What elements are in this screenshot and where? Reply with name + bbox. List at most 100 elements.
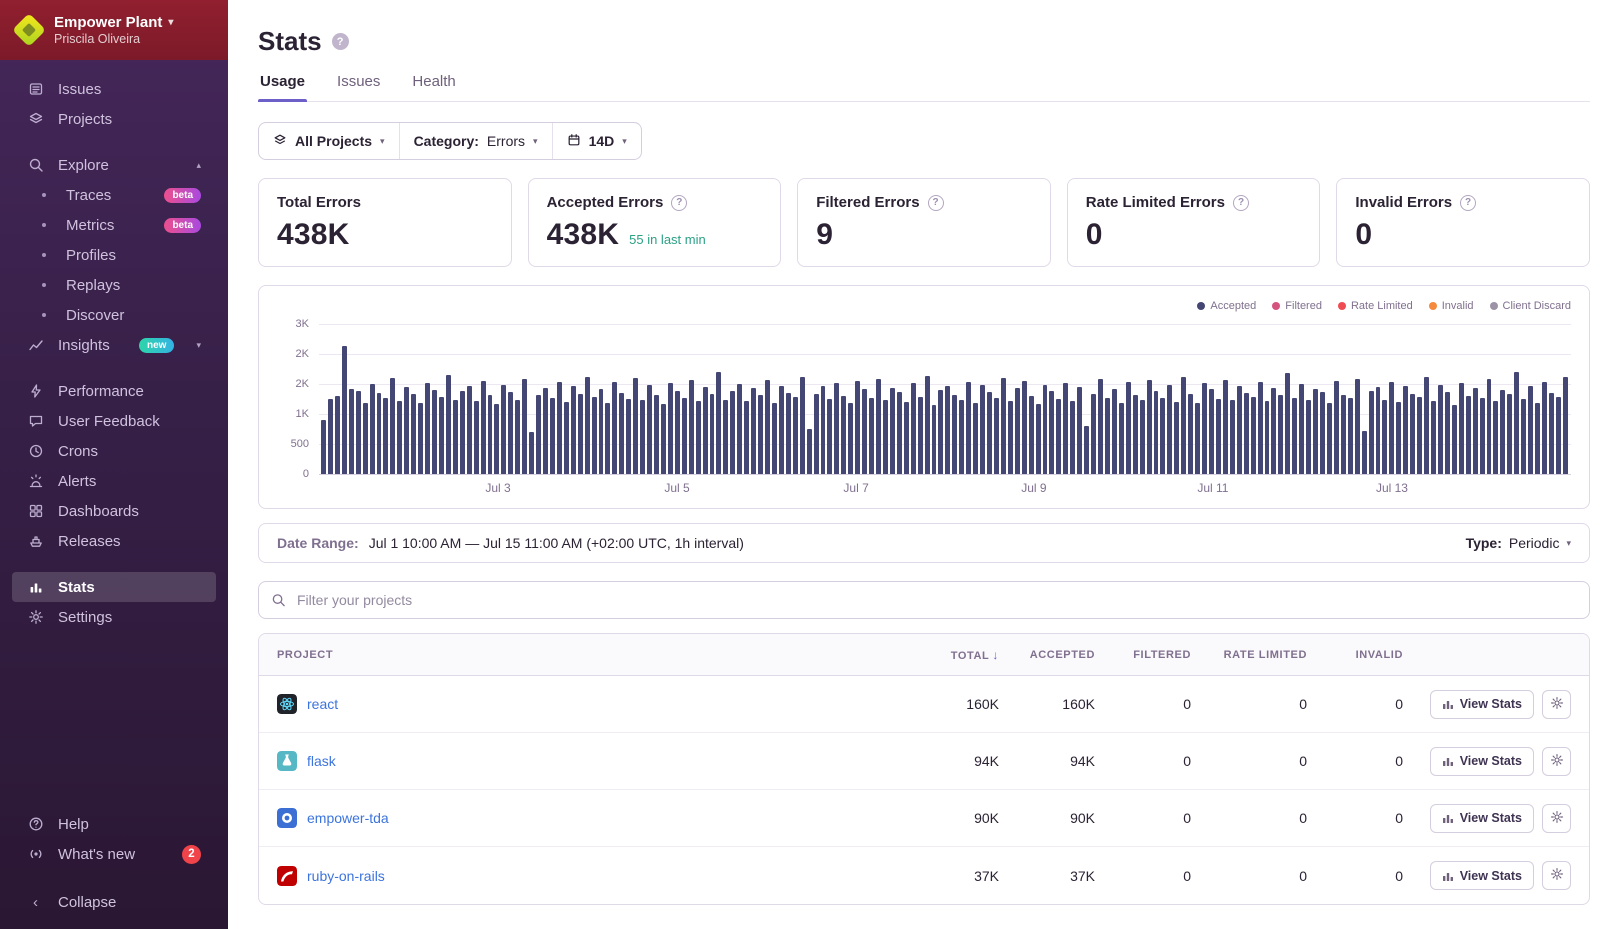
chart-bar — [1140, 400, 1145, 474]
sidebar-item-alerts[interactable]: Alerts — [12, 466, 216, 496]
sidebar-item-metrics[interactable]: Metrics beta — [12, 210, 216, 240]
table-row: flask 94K 94K 0 0 0 View Stats — [259, 733, 1589, 790]
type-dropdown[interactable]: Type: Periodic ▾ — [1466, 535, 1571, 551]
project-filter-input[interactable] — [258, 581, 1590, 619]
tab-issues[interactable]: Issues — [335, 73, 382, 101]
sidebar-item-crons[interactable]: Crons — [12, 436, 216, 466]
tab-usage[interactable]: Usage — [258, 73, 307, 101]
org-switcher[interactable]: Empower Plant▾ Priscila Oliveira — [0, 0, 228, 60]
sidebar-item-user-feedback[interactable]: User Feedback — [12, 406, 216, 436]
sidebar-item-replays[interactable]: Replays — [12, 270, 216, 300]
legend-item[interactable]: Client Discard — [1490, 300, 1571, 312]
y-axis-label: 3K — [296, 318, 309, 330]
cell-accepted: 37K — [999, 868, 1095, 884]
sidebar-item-issues[interactable]: Issues — [12, 74, 216, 104]
help-icon[interactable]: ? — [928, 195, 944, 211]
header-project[interactable]: Project — [277, 649, 903, 661]
chart-bar — [980, 385, 985, 474]
x-axis-label: Jul 7 — [843, 481, 868, 495]
sidebar-item-stats[interactable]: Stats — [12, 572, 216, 602]
card-rate-limited-errors: Rate Limited Errors? 0 — [1067, 178, 1321, 267]
sidebar-item-label: Profiles — [66, 247, 116, 264]
sidebar-item-label: Crons — [58, 443, 98, 460]
sidebar-item-releases[interactable]: Releases — [12, 526, 216, 556]
sidebar-item-settings[interactable]: Settings — [12, 602, 216, 632]
legend-item[interactable]: Accepted — [1197, 300, 1256, 312]
help-icon[interactable]: ? — [671, 195, 687, 211]
project-link[interactable]: react — [307, 696, 338, 712]
sidebar-section-explore[interactable]: Explore ▴ — [12, 150, 216, 180]
chart-bar — [1306, 400, 1311, 474]
chart-bar — [1036, 404, 1041, 474]
sidebar-item-profiles[interactable]: Profiles — [12, 240, 216, 270]
project-settings-button[interactable] — [1542, 804, 1571, 833]
view-stats-button[interactable]: View Stats — [1430, 804, 1534, 833]
date-range-dropdown[interactable]: 14D ▾ — [552, 123, 641, 159]
project-settings-button[interactable] — [1542, 747, 1571, 776]
empower-tda-platform-icon — [277, 808, 297, 828]
header-rate-limited[interactable]: Rate Limited — [1191, 649, 1307, 661]
sidebar: Empower Plant▾ Priscila Oliveira Issues … — [0, 0, 228, 929]
legend-item[interactable]: Filtered — [1272, 300, 1322, 312]
view-stats-button[interactable]: View Stats — [1430, 861, 1534, 890]
card-value: 0 — [1355, 218, 1372, 252]
cell-total: 37K — [903, 868, 999, 884]
chart-bar — [883, 400, 888, 474]
chart-bar — [1181, 377, 1186, 474]
project-link[interactable]: ruby-on-rails — [307, 868, 385, 884]
header-filtered[interactable]: Filtered — [1095, 649, 1191, 661]
view-stats-button[interactable]: View Stats — [1430, 690, 1534, 719]
bar-chart-icon — [1442, 755, 1454, 767]
sidebar-item-whats-new[interactable]: What's new 2 — [12, 839, 216, 869]
page-help-icon[interactable]: ? — [332, 33, 349, 50]
chart-bar — [869, 398, 874, 474]
chart-bar — [716, 372, 721, 474]
project-link[interactable]: flask — [307, 753, 336, 769]
chart-bar — [1271, 388, 1276, 474]
x-axis-label: Jul 11 — [1197, 481, 1228, 495]
legend-dot-icon — [1272, 302, 1280, 310]
chart-bar — [404, 387, 409, 474]
cell-invalid: 0 — [1307, 696, 1403, 712]
chart-bar — [432, 390, 437, 474]
legend-item[interactable]: Invalid — [1429, 300, 1474, 312]
search-icon — [27, 157, 44, 173]
chart-bar — [1417, 397, 1422, 474]
sidebar-item-insights[interactable]: Insights new ▾ — [12, 330, 216, 360]
project-filter-dropdown[interactable]: All Projects ▾ — [259, 123, 399, 159]
bullet-icon — [42, 193, 46, 197]
header-accepted[interactable]: Accepted — [999, 649, 1095, 661]
category-dropdown[interactable]: Category: Errors ▾ — [399, 123, 552, 159]
react-platform-icon — [277, 694, 297, 714]
tab-health[interactable]: Health — [410, 73, 457, 101]
sidebar-item-help[interactable]: Help — [12, 809, 216, 839]
chevron-left-icon: ‹ — [27, 894, 44, 911]
help-icon[interactable]: ? — [1233, 195, 1249, 211]
card-value: 0 — [1086, 218, 1103, 252]
view-stats-button[interactable]: View Stats — [1430, 747, 1534, 776]
chart-plot — [319, 324, 1571, 474]
card-title: Total Errors — [277, 194, 361, 211]
project-settings-button[interactable] — [1542, 690, 1571, 719]
sidebar-item-performance[interactable]: Performance — [12, 376, 216, 406]
chart-bar — [689, 380, 694, 474]
cell-filtered: 0 — [1095, 696, 1191, 712]
help-icon[interactable]: ? — [1460, 195, 1476, 211]
project-link[interactable]: empower-tda — [307, 810, 389, 826]
chart-bar — [779, 386, 784, 474]
sidebar-item-projects[interactable]: Projects — [12, 104, 216, 134]
chart-bar — [959, 400, 964, 474]
sidebar-item-discover[interactable]: Discover — [12, 300, 216, 330]
card-value: 438K — [547, 218, 620, 252]
sidebar-item-dashboards[interactable]: Dashboards — [12, 496, 216, 526]
chart-bar — [1063, 383, 1068, 474]
sidebar-item-label: Collapse — [58, 894, 116, 911]
sidebar-item-traces[interactable]: Traces beta — [12, 180, 216, 210]
header-total[interactable]: Total↓ — [903, 648, 999, 662]
sidebar-collapse-button[interactable]: ‹ Collapse — [12, 887, 216, 917]
help-icon — [27, 816, 44, 832]
legend-item[interactable]: Rate Limited — [1338, 300, 1413, 312]
project-settings-button[interactable] — [1542, 861, 1571, 890]
header-invalid[interactable]: Invalid — [1307, 649, 1403, 661]
chart-bar — [938, 390, 943, 474]
